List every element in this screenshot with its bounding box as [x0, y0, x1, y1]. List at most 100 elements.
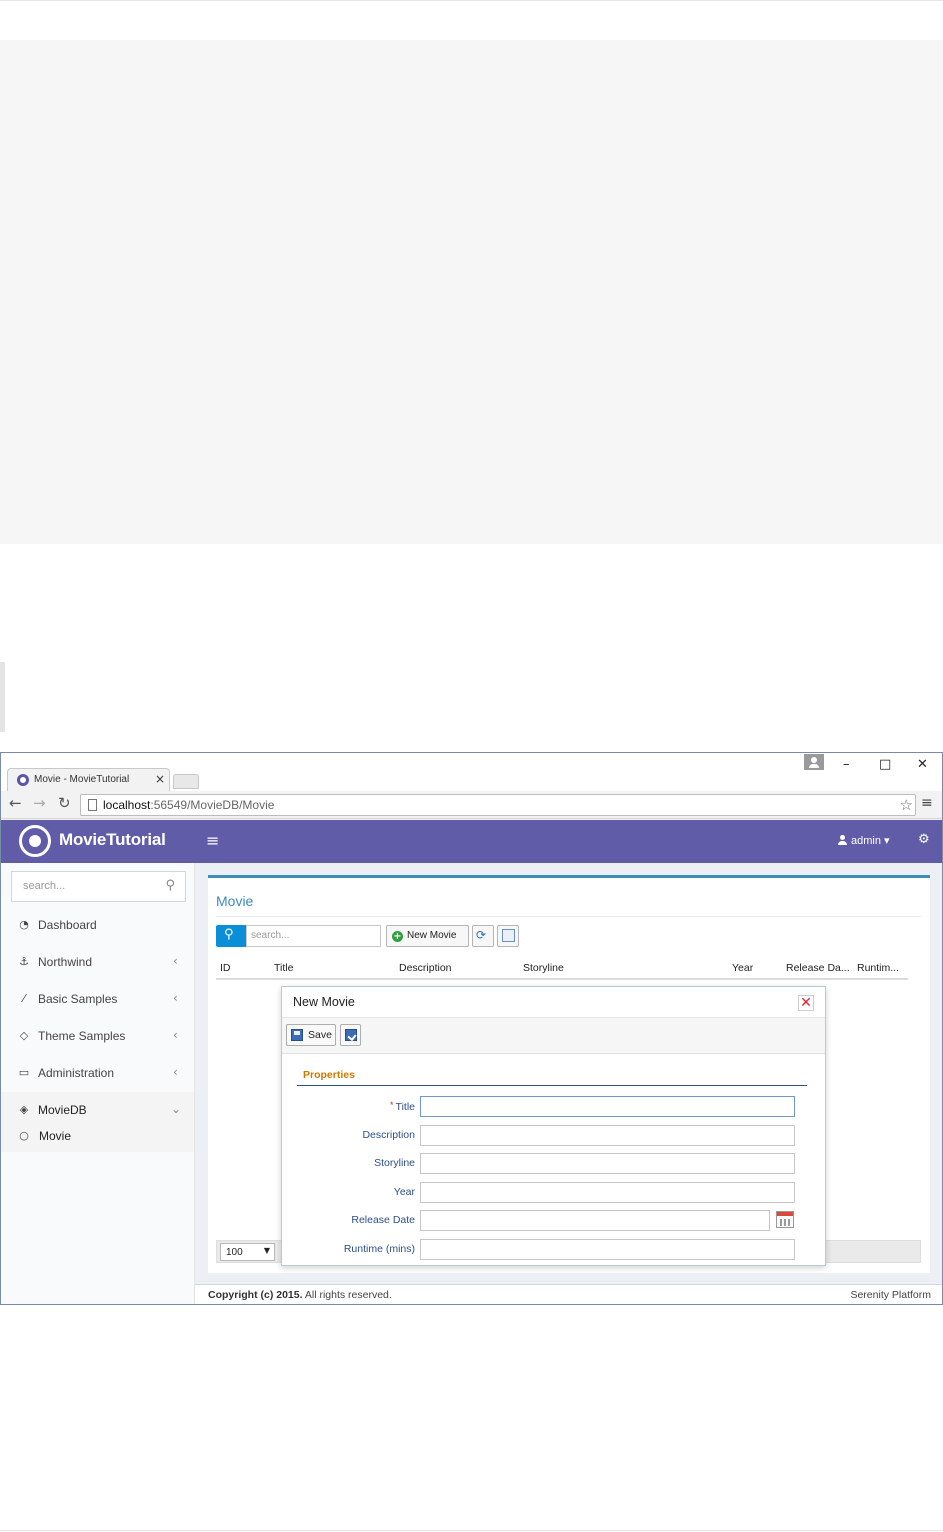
title-field[interactable] [420, 1096, 795, 1117]
tab-title: Movie - MovieTutorial [34, 774, 130, 785]
column-header-runtime[interactable]: Runtim... [857, 962, 899, 974]
chevron-down-icon: ⌄ [171, 1102, 182, 1116]
refresh-button[interactable]: ⟳ [472, 925, 494, 947]
release-date-label: Release Date [351, 1214, 415, 1226]
required-marker: * [390, 1100, 394, 1110]
minimize-button[interactable]: – [843, 757, 850, 772]
apply-changes-button[interactable] [340, 1024, 361, 1046]
runtime-field[interactable] [420, 1239, 795, 1260]
layers-icon: ◈ [19, 1103, 29, 1116]
sidebar: search... ⚲ ◔ Dashboard ⚓ Northwind ‹ ⁄ … [1, 863, 195, 1304]
column-header-description[interactable]: Description [399, 962, 452, 974]
browser-profile-icon[interactable] [804, 754, 824, 770]
reload-icon[interactable]: ↻ [58, 794, 71, 812]
grid-search-button[interactable]: ⚲ [216, 925, 246, 947]
user-menu[interactable]: admin ▾ [838, 834, 890, 847]
close-window-button[interactable]: ✕ [917, 757, 928, 772]
chevron-left-icon: ‹ [173, 954, 178, 968]
search-icon: ⚲ [224, 927, 234, 942]
caret-down-icon: ▼ [263, 1246, 270, 1255]
page-size-select[interactable]: 100 ▼ [220, 1243, 275, 1261]
search-icon: ⚲ [165, 878, 175, 893]
chevron-left-icon: ‹ [173, 1028, 178, 1042]
blockquote-bar [0, 662, 5, 732]
storyline-field[interactable] [420, 1153, 795, 1174]
dashboard-icon: ◔ [19, 918, 29, 931]
title-label: * Title [390, 1100, 415, 1113]
description-label: Description [362, 1129, 415, 1141]
sidebar-item-basic-samples[interactable]: ⁄ Basic Samples ‹ [1, 981, 194, 1018]
dialog-toolbar: Save [282, 1018, 825, 1054]
desktop-icon: ▭ [18, 1066, 30, 1079]
column-picker-button[interactable] [497, 925, 519, 947]
column-header-id[interactable]: ID [220, 962, 231, 974]
brand-title[interactable]: MovieTutorial [59, 830, 166, 850]
runtime-label: Runtime (mins) [343, 1243, 415, 1255]
sidebar-search-input[interactable]: search... ⚲ [11, 871, 186, 902]
browser-titlebar: Movie - MovieTutorial × – □ ✕ [1, 753, 942, 792]
calendar-icon[interactable] [776, 1211, 794, 1228]
refresh-icon: ⟳ [476, 928, 487, 942]
chevron-left-icon: ‹ [173, 991, 178, 1005]
browser-menu-icon[interactable]: ≡ [921, 795, 933, 811]
column-picker-icon [502, 929, 515, 942]
serenity-favicon-icon [17, 774, 29, 786]
page-top-rule [0, 0, 943, 1]
platform-text: Serenity Platform [850, 1289, 931, 1301]
title-divider [216, 916, 921, 917]
storyline-label: Storyline [374, 1157, 415, 1169]
column-header-year[interactable]: Year [732, 962, 753, 974]
page-title: Movie [216, 893, 254, 909]
column-header-storyline[interactable]: Storyline [523, 962, 564, 974]
app-header: MovieTutorial ≡ admin ▾ ⚙ [1, 820, 942, 863]
browser-tab[interactable]: Movie - MovieTutorial × [7, 768, 170, 792]
copyright-text: Copyright (c) 2015. All rights reserved. [208, 1289, 392, 1301]
column-header-release-date[interactable]: Release Da... [786, 962, 850, 974]
page-icon [88, 799, 97, 811]
tab-close-icon[interactable]: × [155, 772, 165, 786]
year-label: Year [393, 1186, 415, 1198]
sidebar-subitem-movie[interactable]: ○ Movie [1, 1122, 194, 1152]
chevron-left-icon: ‹ [173, 1065, 178, 1079]
new-tab-button[interactable] [173, 774, 199, 789]
browser-navbar: ← → ↻ localhost:56549/MovieDB/Movie ☆ ≡ [1, 791, 942, 819]
add-icon: + [392, 931, 403, 942]
sidebar-item-dashboard[interactable]: ◔ Dashboard [1, 907, 194, 944]
serenity-logo-icon [19, 825, 51, 857]
anchor-icon: ⚓ [19, 955, 29, 968]
app-footer: Copyright (c) 2015. All rights reserved.… [195, 1284, 942, 1304]
properties-divider [297, 1085, 807, 1086]
save-button[interactable]: Save [286, 1024, 336, 1046]
sidebar-toggle-icon[interactable]: ≡ [206, 831, 219, 850]
apply-icon [345, 1029, 357, 1041]
grid-search-input[interactable]: search... [246, 925, 381, 947]
save-icon [291, 1029, 303, 1041]
sidebar-item-northwind[interactable]: ⚓ Northwind ‹ [1, 944, 194, 981]
new-movie-button[interactable]: + New Movie [386, 925, 469, 947]
year-field[interactable] [420, 1182, 795, 1203]
maximize-button[interactable]: □ [879, 757, 891, 772]
sidebar-item-administration[interactable]: ▭ Administration ‹ [1, 1055, 194, 1092]
code-block-background [0, 40, 943, 544]
description-field[interactable] [420, 1125, 795, 1146]
dialog-titlebar[interactable]: New Movie ✕ [282, 987, 825, 1018]
forward-arrow-icon[interactable]: → [33, 794, 46, 812]
page-bottom-rule [0, 1530, 943, 1531]
browser-window: Movie - MovieTutorial × – □ ✕ ← → ↻ loca… [0, 752, 943, 1305]
settings-gears-icon[interactable]: ⚙ [918, 832, 930, 847]
circle-icon: ○ [19, 1129, 29, 1142]
user-icon [838, 835, 847, 845]
column-header-title[interactable]: Title [274, 962, 293, 974]
dialog-title: New Movie [293, 995, 355, 1009]
sidebar-item-theme-samples[interactable]: ◇ Theme Samples ‹ [1, 1018, 194, 1055]
url-text: localhost:56549/MovieDB/Movie [103, 798, 275, 812]
bookmark-star-icon[interactable]: ☆ [900, 796, 913, 814]
dialog-close-icon[interactable]: ✕ [798, 995, 814, 1011]
new-movie-dialog: New Movie ✕ Save Properties * Title Descr… [281, 986, 826, 1266]
grid-header-line [216, 978, 908, 980]
address-bar[interactable]: localhost:56549/MovieDB/Movie ☆ [80, 794, 916, 816]
back-arrow-icon[interactable]: ← [9, 794, 22, 812]
release-date-field[interactable] [420, 1210, 770, 1231]
diamond-icon: ◇ [19, 1029, 29, 1042]
properties-section-title: Properties [303, 1069, 355, 1081]
